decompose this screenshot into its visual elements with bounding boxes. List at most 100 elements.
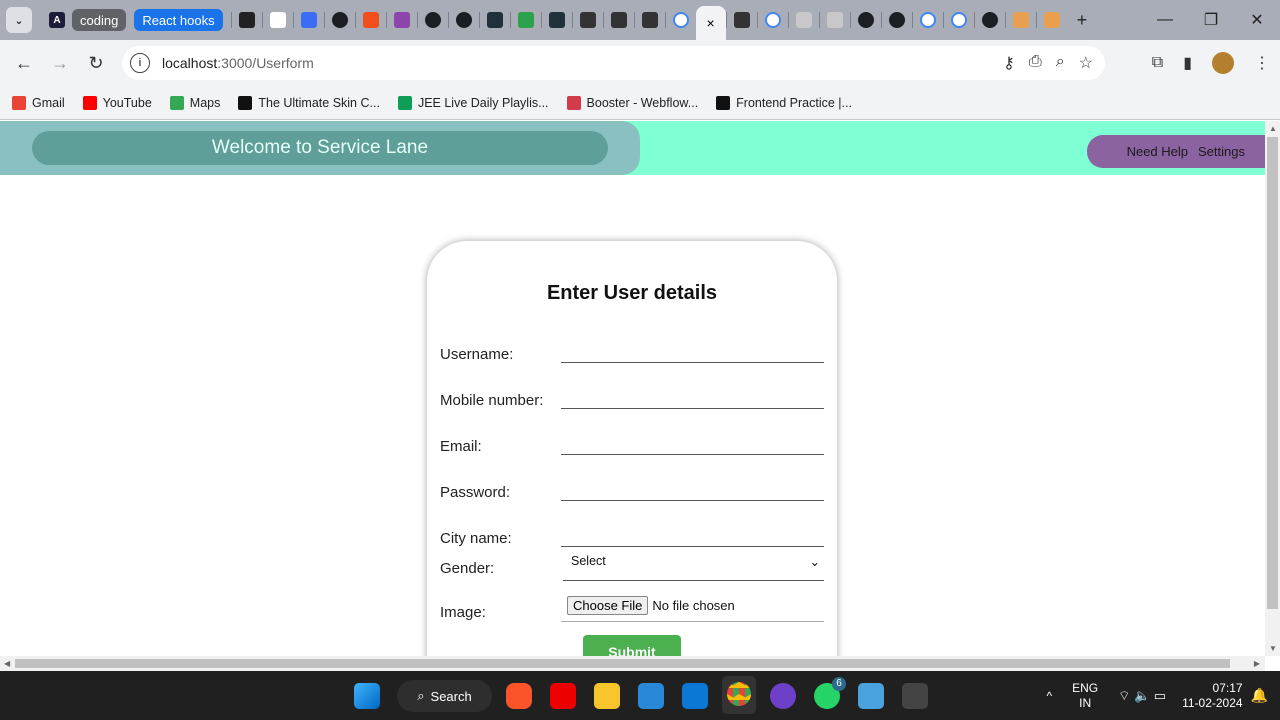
globe-icon[interactable] xyxy=(795,12,812,28)
bookmark-item[interactable]: Gmail xyxy=(12,95,65,110)
react-icon[interactable] xyxy=(548,12,565,28)
github-icon[interactable] xyxy=(981,12,998,28)
bookmark-item[interactable]: Booster - Webflow... xyxy=(566,95,698,110)
submit-button[interactable]: Submit xyxy=(583,635,681,656)
todo-icon[interactable] xyxy=(638,683,664,709)
tab-separator xyxy=(725,12,727,28)
github-desktop-icon[interactable] xyxy=(770,683,796,709)
close-window-icon[interactable]: ✕ xyxy=(1234,10,1280,30)
site-info-icon[interactable]: i xyxy=(130,53,150,73)
wifi-volume-battery-icons[interactable]: ⌔ 🔈 ▭ xyxy=(1118,688,1166,704)
back-icon[interactable]: ← xyxy=(6,53,42,74)
welcome-title: Welcome to Service Lane xyxy=(32,131,608,165)
field-label: Mobile number: xyxy=(440,392,544,409)
github-icon[interactable] xyxy=(888,12,905,28)
taskbar-search[interactable]: ⌕ Search xyxy=(397,680,492,712)
tab-search-button[interactable]: ⌄ xyxy=(6,7,32,33)
tab-strip: ⌄ A coding React hooks × + — ❐ ✕ xyxy=(0,0,1280,40)
google-icon[interactable] xyxy=(672,12,689,28)
active-tab[interactable]: × xyxy=(695,6,726,40)
form-row: Password: xyxy=(440,471,824,501)
reload-icon[interactable]: ↻ xyxy=(78,53,114,74)
figma-icon[interactable] xyxy=(362,12,379,28)
pen-icon[interactable] xyxy=(1043,12,1060,28)
extensions-icon[interactable]: ⧉ xyxy=(1152,54,1163,72)
tray-chevron-icon[interactable]: ^ xyxy=(1046,689,1052,703)
vertical-scrollbar[interactable]: ▲ ▼ xyxy=(1265,121,1280,656)
clock[interactable]: 07:17 11-02-2024 xyxy=(1182,681,1243,711)
vscode-icon[interactable] xyxy=(682,683,708,709)
openai-icon[interactable] xyxy=(641,12,658,28)
tab-separator xyxy=(385,12,387,28)
notion-icon[interactable] xyxy=(269,12,286,28)
url-text[interactable]: localhost:3000/Userform xyxy=(162,55,314,71)
info-icon[interactable] xyxy=(393,12,410,28)
docs-icon[interactable] xyxy=(300,12,317,28)
bookmark-item[interactable]: Maps xyxy=(169,95,220,110)
globe-icon[interactable] xyxy=(826,12,843,28)
youtube-icon xyxy=(82,95,97,110)
tab-group-coding[interactable]: coding xyxy=(72,9,127,31)
youtube-icon[interactable] xyxy=(550,683,576,709)
forward-icon[interactable]: → xyxy=(42,53,78,74)
google-icon[interactable] xyxy=(919,12,936,28)
google-icon[interactable] xyxy=(764,12,781,28)
zoom-icon[interactable]: ⌕ xyxy=(1056,53,1065,73)
pen-icon[interactable] xyxy=(1012,12,1029,28)
language-indicator[interactable]: ENG IN xyxy=(1072,681,1098,711)
address-bar[interactable]: i localhost:3000/Userform ⚷ ⎙ ⌕ ☆ xyxy=(122,46,1105,80)
notification-bell-icon[interactable]: 🔔 xyxy=(1251,687,1268,704)
new-tab-button[interactable]: + xyxy=(1077,10,1088,31)
download-icon[interactable] xyxy=(733,12,750,28)
openai-icon[interactable] xyxy=(610,12,627,28)
text-input[interactable] xyxy=(561,433,824,455)
image-row: Image: Choose File No file chosen xyxy=(440,591,824,622)
bookmarks-bar: Gmail YouTube Maps The Ultimate Skin C... JE… xyxy=(0,86,1280,120)
page-content: Welcome to Service Lane Need Help Settin… xyxy=(0,121,1265,656)
horizontal-scrollbar[interactable]: ◀ ▶ xyxy=(0,656,1265,671)
text-input[interactable] xyxy=(561,479,824,501)
restore-icon[interactable]: ❐ xyxy=(1188,10,1234,30)
github-icon[interactable] xyxy=(455,12,472,28)
file-explorer-icon[interactable] xyxy=(594,683,620,709)
settings-link[interactable]: Settings xyxy=(1198,144,1245,159)
google-icon[interactable] xyxy=(950,12,967,28)
close-tab-icon[interactable]: × xyxy=(706,15,714,31)
whatsapp-icon[interactable]: 6 xyxy=(814,677,846,709)
bookmark-label: Frontend Practice |... xyxy=(736,95,852,110)
github-icon[interactable] xyxy=(857,12,874,28)
notification-badge: 6 xyxy=(832,677,846,691)
bookmark-item[interactable]: Frontend Practice |... xyxy=(716,95,852,110)
bookmark-item[interactable]: YouTube xyxy=(82,95,152,110)
menu-icon[interactable]: ⋮ xyxy=(1254,53,1270,73)
tab-separator xyxy=(540,12,542,28)
star-icon[interactable]: ☆ xyxy=(1079,53,1093,73)
react-icon[interactable] xyxy=(486,12,503,28)
install-icon[interactable]: ⎙ xyxy=(1029,53,1042,73)
brave-icon[interactable] xyxy=(506,683,532,709)
terminal-icon[interactable] xyxy=(902,683,928,709)
gender-select[interactable]: Select ⌄ xyxy=(563,547,824,581)
tab-group-react-hooks[interactable]: React hooks xyxy=(134,9,223,31)
profile-avatar[interactable] xyxy=(1212,52,1234,74)
key-icon[interactable]: ⚷ xyxy=(1003,53,1015,73)
app-icon[interactable] xyxy=(858,683,884,709)
w-icon[interactable] xyxy=(517,12,534,28)
text-input[interactable] xyxy=(561,387,824,409)
angular-icon[interactable]: A xyxy=(49,12,65,28)
s-icon[interactable] xyxy=(579,12,596,28)
github-icon[interactable] xyxy=(424,12,441,28)
github-icon[interactable] xyxy=(331,12,348,28)
bookmark-item[interactable]: JEE Live Daily Playlis... xyxy=(397,95,549,110)
fill-icon[interactable] xyxy=(238,12,255,28)
text-input[interactable] xyxy=(561,341,824,363)
chrome-icon[interactable] xyxy=(722,676,756,714)
text-input[interactable] xyxy=(561,525,824,547)
bookmark-item[interactable]: The Ultimate Skin C... xyxy=(238,95,380,110)
windows-start-icon[interactable] xyxy=(354,683,380,709)
choose-file-button[interactable]: Choose File xyxy=(567,596,649,615)
tab-separator xyxy=(416,12,418,28)
need-help-link[interactable]: Need Help xyxy=(1127,144,1188,159)
side-panel-icon[interactable]: ▮ xyxy=(1183,53,1192,73)
minimize-icon[interactable]: — xyxy=(1142,11,1188,29)
